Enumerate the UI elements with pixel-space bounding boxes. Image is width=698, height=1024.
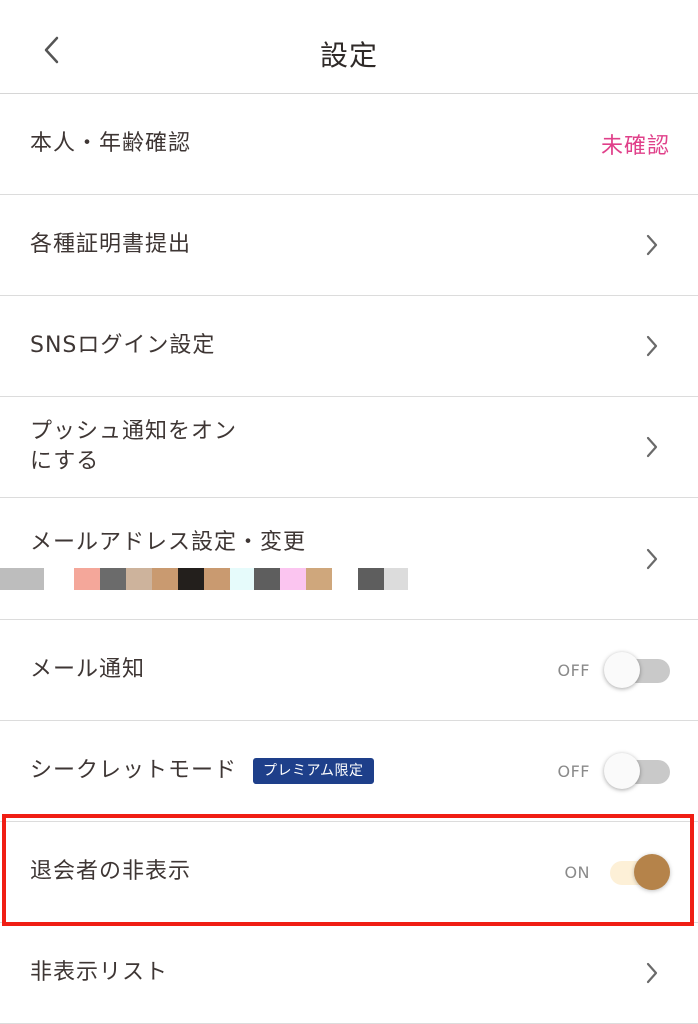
censor-block <box>152 567 178 590</box>
nav-bar: 設定 <box>0 0 698 94</box>
censor-block <box>126 567 152 590</box>
settings-screen: 設定 本人・年齢確認 未確認 各種証明書提出 SNSログイン設定 プッシュ通知を… <box>0 0 698 1024</box>
identity-status: 未確認 <box>600 134 670 159</box>
sns-login-label: SNSログイン設定 <box>30 333 216 358</box>
mail-notify-toggle[interactable] <box>604 651 670 689</box>
toggle-knob <box>604 652 640 688</box>
row-secret-mode: シークレットモード プレミアム限定 OFF <box>0 721 698 822</box>
censor-block <box>280 567 306 590</box>
toggle-state-text: OFF <box>557 660 590 680</box>
toggle-state-text: OFF <box>557 761 590 781</box>
row-identity-verification[interactable]: 本人・年齢確認 未確認 <box>0 94 698 195</box>
identity-right: 未確認 <box>601 128 670 160</box>
toggle-knob <box>604 753 640 789</box>
censor-block <box>0 567 44 590</box>
hidden-list-right <box>642 961 670 985</box>
row-email-settings[interactable]: メールアドレス設定・変更 <box>0 498 698 620</box>
mail-notify-right: OFF <box>557 651 670 689</box>
chevron-right-icon <box>642 233 662 257</box>
row-push-notification[interactable]: プッシュ通知をオン にする <box>0 397 698 498</box>
hide-withdrawn-right: ON <box>564 853 670 891</box>
push-label-block: プッシュ通知をオン にする <box>30 417 237 477</box>
email-label: メールアドレス設定・変更 <box>30 529 307 555</box>
censor-block <box>74 567 100 590</box>
hide-withdrawn-toggle[interactable] <box>604 853 670 891</box>
censor-block <box>384 567 408 590</box>
mail-notify-label: メール通知 <box>30 657 146 682</box>
push-label-line2: にする <box>30 449 100 474</box>
hide-withdrawn-label: 退会者の非表示 <box>30 859 192 884</box>
email-address-censored <box>0 567 408 590</box>
row-sns-login[interactable]: SNSログイン設定 <box>0 296 698 397</box>
identity-label: 本人・年齢確認 <box>30 131 192 156</box>
row-certificates[interactable]: 各種証明書提出 <box>0 195 698 296</box>
chevron-right-icon <box>642 961 662 985</box>
censor-block <box>254 567 280 590</box>
censor-block <box>178 567 204 590</box>
email-right <box>642 547 670 571</box>
certificates-right <box>642 233 670 257</box>
row-mail-notification: メール通知 OFF <box>0 620 698 721</box>
row-hidden-list[interactable]: 非表示リスト <box>0 923 698 1024</box>
secret-mode-toggle[interactable] <box>604 752 670 790</box>
push-right <box>642 435 670 459</box>
push-label-line1: プッシュ通知をオン <box>30 419 238 444</box>
censor-block <box>230 567 254 590</box>
chevron-right-icon <box>642 547 662 571</box>
sns-login-right <box>642 334 670 358</box>
secret-mode-label: シークレットモード <box>30 758 238 783</box>
email-label-block: メールアドレス設定・変更 <box>0 528 408 590</box>
toggle-state-text: ON <box>564 862 590 882</box>
certificates-label: 各種証明書提出 <box>30 232 192 257</box>
censor-block <box>358 567 384 590</box>
page-title: 設定 <box>319 39 378 72</box>
toggle-knob <box>634 854 670 890</box>
premium-only-badge: プレミアム限定 <box>253 758 374 784</box>
censor-block <box>44 567 74 590</box>
chevron-right-icon <box>642 435 662 459</box>
censor-block <box>306 567 332 590</box>
censor-block <box>332 567 358 590</box>
censor-block <box>100 567 126 590</box>
chevron-right-icon <box>642 334 662 358</box>
hidden-list-label: 非表示リスト <box>30 960 169 985</box>
secret-mode-right: OFF <box>557 752 670 790</box>
censor-block <box>204 567 230 590</box>
row-hide-withdrawn-users: 退会者の非表示 ON <box>0 822 698 923</box>
